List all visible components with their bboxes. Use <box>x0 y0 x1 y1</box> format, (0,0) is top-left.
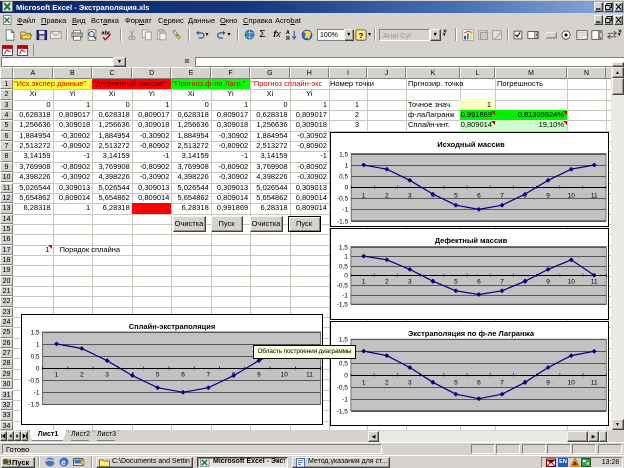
svg-text:-0,5: -0,5 <box>337 282 349 289</box>
svg-text:0: 0 <box>344 272 348 279</box>
svg-text:-1: -1 <box>34 390 40 397</box>
svg-text:А: А <box>286 30 290 36</box>
svg-text:Я: Я <box>286 36 290 42</box>
svg-text:7: 7 <box>500 380 504 387</box>
svg-text:7: 7 <box>206 372 210 379</box>
svg-text:11: 11 <box>591 193 598 200</box>
svg-text:-1,5: -1,5 <box>337 219 349 226</box>
svg-text:0,5: 0,5 <box>339 174 348 181</box>
svg-text:-0,5: -0,5 <box>28 378 40 385</box>
svg-text:3: 3 <box>408 380 412 387</box>
svg-text:9: 9 <box>546 193 550 200</box>
svg-text:10: 10 <box>568 193 576 200</box>
svg-text:-0,5: -0,5 <box>337 196 349 203</box>
svg-text:6: 6 <box>181 372 185 379</box>
svg-text:1,5: 1,5 <box>30 330 39 337</box>
svg-text:5: 5 <box>454 278 458 285</box>
svg-text:1: 1 <box>362 193 366 200</box>
svg-text:2: 2 <box>385 380 389 387</box>
svg-text:0: 0 <box>344 373 348 380</box>
svg-text:-1: -1 <box>342 207 348 214</box>
svg-text:-1,5: -1,5 <box>337 409 349 416</box>
svg-text:1,5: 1,5 <box>339 152 348 159</box>
svg-text:2: 2 <box>385 193 389 200</box>
svg-text:2: 2 <box>80 372 84 379</box>
svg-text:9: 9 <box>546 380 550 387</box>
svg-text:10: 10 <box>568 278 576 285</box>
svg-text:10: 10 <box>281 372 289 379</box>
svg-text:1,5: 1,5 <box>339 244 348 251</box>
svg-text:3: 3 <box>105 372 109 379</box>
svg-text:Исходный массив: Исходный массив <box>437 140 505 149</box>
svg-text:10: 10 <box>568 380 576 387</box>
svg-text:1: 1 <box>362 380 366 387</box>
svg-text:7: 7 <box>500 278 504 285</box>
svg-text:e: e <box>61 458 66 467</box>
svg-text:-1: -1 <box>342 292 348 299</box>
svg-text:1: 1 <box>344 253 348 260</box>
svg-text:0,5: 0,5 <box>339 263 348 270</box>
svg-text:6: 6 <box>477 193 481 200</box>
svg-text:0: 0 <box>36 366 40 373</box>
svg-text:3: 3 <box>408 193 412 200</box>
svg-text:5: 5 <box>454 193 458 200</box>
svg-text:2: 2 <box>385 278 389 285</box>
svg-text:-0,5: -0,5 <box>337 385 349 392</box>
svg-text:11: 11 <box>306 372 313 379</box>
svg-text:3: 3 <box>408 278 412 285</box>
svg-text:1,5: 1,5 <box>339 337 348 344</box>
svg-text:0: 0 <box>345 185 349 192</box>
svg-text:1: 1 <box>36 342 40 349</box>
svg-text:-1,5: -1,5 <box>337 301 349 308</box>
svg-text:6: 6 <box>477 278 481 285</box>
svg-text:5: 5 <box>454 380 458 387</box>
svg-text:-1: -1 <box>342 397 348 404</box>
svg-text:0,5: 0,5 <box>30 354 39 361</box>
svg-text:11: 11 <box>591 278 598 285</box>
svg-text:1: 1 <box>55 372 59 379</box>
svg-text:9: 9 <box>546 278 550 285</box>
svg-text:0,5: 0,5 <box>339 361 348 368</box>
svg-text:5: 5 <box>156 372 160 379</box>
svg-text:9: 9 <box>257 372 261 379</box>
svg-text:Экстраполяция по ф-ле Лагранжа: Экстраполяция по ф-ле Лагранжа <box>408 329 535 338</box>
svg-text:11: 11 <box>591 380 598 387</box>
svg-text:Сплайн-экстраполяция: Сплайн-экстраполяция <box>129 322 216 331</box>
svg-text:1: 1 <box>362 278 366 285</box>
svg-text:-1,5: -1,5 <box>28 402 40 409</box>
svg-text:6: 6 <box>477 380 481 387</box>
svg-text:7: 7 <box>500 193 504 200</box>
svg-text:?: ? <box>359 31 364 40</box>
svg-text:Дефектный массив: Дефектный массив <box>435 236 508 245</box>
svg-text:1: 1 <box>345 163 349 170</box>
